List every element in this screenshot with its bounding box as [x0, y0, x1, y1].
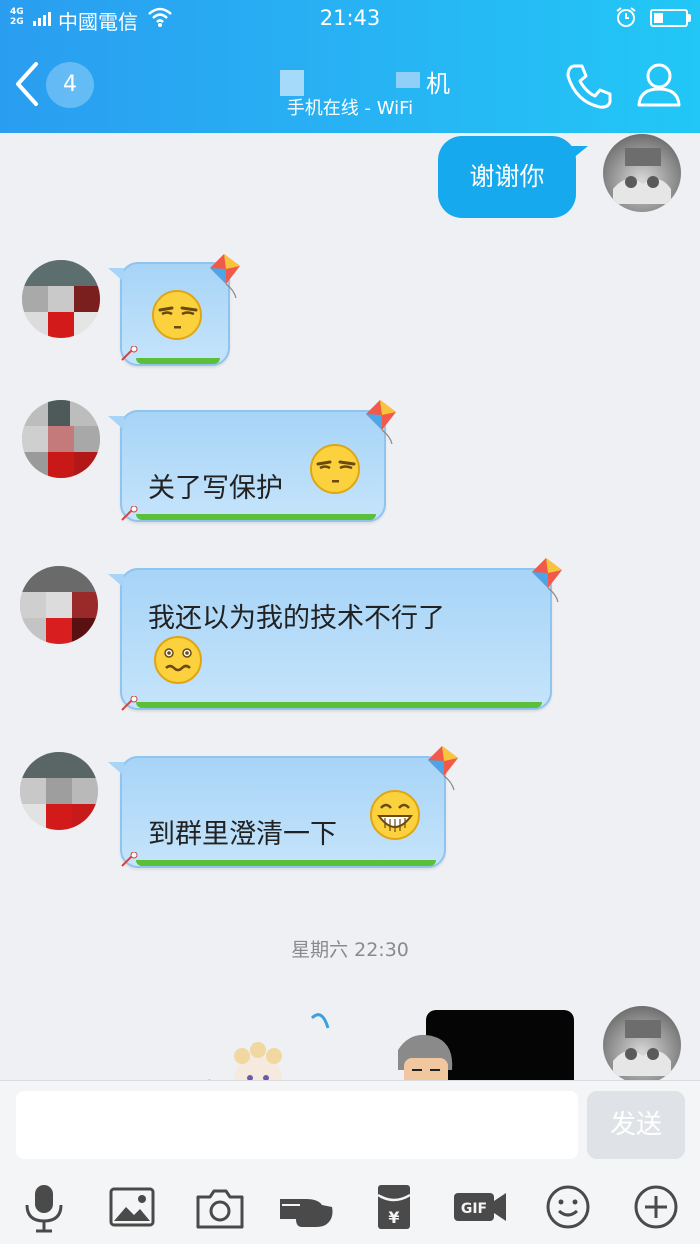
contact-avatar[interactable]	[22, 400, 100, 478]
contact-avatar[interactable]	[20, 752, 98, 830]
smirk-emoji-icon	[152, 290, 202, 340]
bubble-tail	[108, 416, 124, 430]
bubble-grass-decoration	[136, 358, 220, 364]
bubble-tail	[108, 268, 124, 282]
battery-level	[654, 13, 663, 23]
avatar-image	[613, 1020, 671, 1076]
bubble-grass-decoration	[136, 860, 436, 866]
bubble-tail	[566, 146, 588, 164]
chevron-left-icon	[16, 62, 38, 106]
message-text: 到群里澄清一下	[148, 819, 337, 850]
microphone-icon[interactable]	[14, 1181, 74, 1233]
pin-icon	[121, 696, 138, 711]
bubble-tail	[108, 574, 124, 588]
pin-icon	[121, 852, 138, 867]
alarm-icon	[616, 7, 636, 27]
message-input[interactable]	[16, 1091, 578, 1159]
kite-icon	[532, 558, 562, 603]
redacted-name-block	[396, 72, 420, 88]
pin-icon	[121, 346, 138, 361]
yuan-symbol: ¥	[388, 1208, 399, 1227]
kite-icon	[428, 746, 458, 791]
message-text: 关了写保护	[148, 473, 283, 504]
clock: 21:43	[319, 6, 381, 30]
status-bar: 4G 2G 中國電信 21:43	[0, 0, 700, 38]
poke-hand-icon[interactable]	[276, 1181, 336, 1233]
image-icon[interactable]	[102, 1181, 162, 1233]
smirk-emoji-icon	[310, 444, 360, 494]
my-avatar[interactable]	[603, 1006, 681, 1084]
kite-icon	[366, 400, 396, 445]
bubble-grass-decoration	[136, 514, 376, 520]
sticker-decoration	[199, 1013, 453, 1092]
my-avatar[interactable]	[603, 134, 681, 212]
chat-header: 4G 2G 中國電信 21:43 4 机 手机在线 - WiFi	[0, 0, 700, 133]
contact-avatar[interactable]	[22, 260, 100, 338]
camera-icon[interactable]	[190, 1181, 250, 1233]
message-text: 我还以为我的技术不行了	[148, 603, 445, 634]
bubble-tail	[108, 762, 124, 776]
composer-bar: 发送 ¥ GIF	[0, 1080, 700, 1244]
unread-badge[interactable]: 4	[46, 62, 94, 108]
outgoing-message-bubble[interactable]: 谢谢你	[438, 136, 576, 218]
online-status: 手机在线 - WiFi	[286, 98, 414, 119]
bubble-grass-decoration	[136, 702, 542, 708]
message-timestamp: 星期六 22:30	[291, 939, 409, 961]
incoming-message-bubble[interactable]: 我还以为我的技术不行了	[108, 568, 552, 710]
chat-title[interactable]: 机 手机在线 - WiFi	[200, 58, 500, 120]
incoming-message-bubble[interactable]: 关了写保护	[108, 410, 386, 522]
contact-avatar[interactable]	[20, 566, 98, 644]
plus-icon[interactable]	[626, 1181, 686, 1233]
redacted-name-block	[280, 70, 304, 96]
gif-label: GIF	[461, 1201, 487, 1217]
profile-icon[interactable]	[636, 62, 682, 108]
grin-emoji-icon	[370, 790, 420, 840]
pin-icon	[121, 506, 138, 521]
contact-name: 机	[200, 58, 500, 98]
contact-name-suffix: 机	[426, 70, 450, 98]
phone-call-icon[interactable]	[564, 62, 614, 110]
kite-icon	[210, 254, 240, 299]
awkward-emoji-icon	[154, 636, 202, 684]
battery-tip	[688, 14, 691, 22]
emoji-icon[interactable]	[538, 1181, 598, 1233]
send-button[interactable]: 发送	[587, 1091, 685, 1159]
battery-icon	[650, 9, 688, 27]
avatar-image	[613, 148, 671, 204]
gif-icon[interactable]: GIF	[450, 1181, 510, 1233]
incoming-message-bubble[interactable]: 到群里澄清一下	[108, 756, 446, 868]
red-envelope-icon[interactable]: ¥	[364, 1181, 424, 1233]
